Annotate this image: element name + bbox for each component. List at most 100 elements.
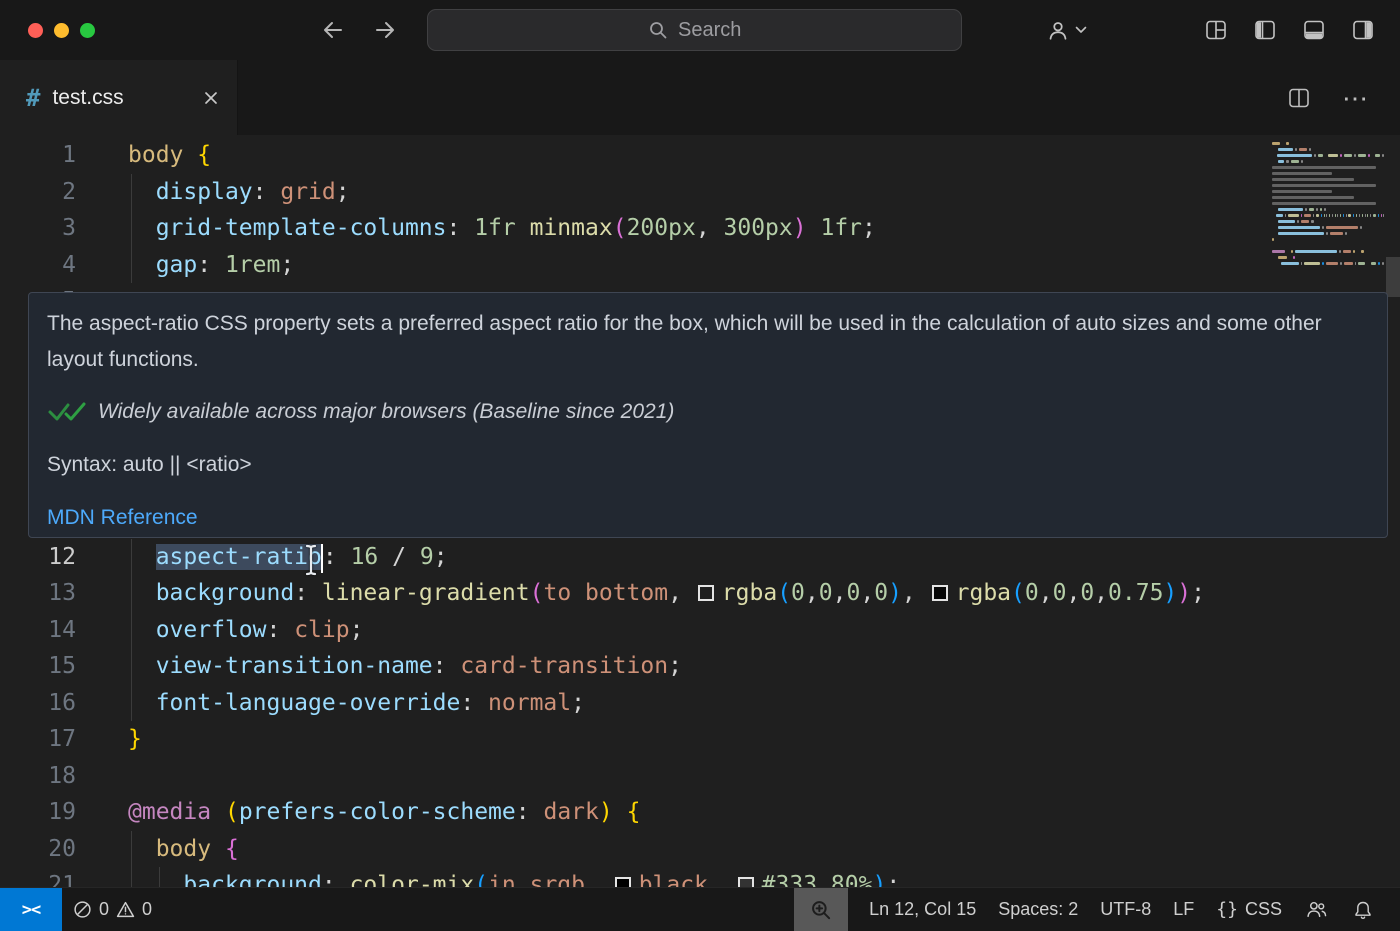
code-line[interactable]: overflow: clip; [100,612,1400,649]
cursor-position-button[interactable]: Ln 12, Col 15 [858,888,987,931]
split-editor-button[interactable] [1288,87,1310,109]
remote-indicator[interactable]: >< [0,888,62,931]
line-number[interactable]: 19 [0,794,100,831]
color-swatch[interactable] [738,877,754,887]
indentation-button[interactable]: Spaces: 2 [987,888,1089,931]
minimize-window-button[interactable] [54,23,69,38]
zoom-indicator[interactable] [794,888,848,931]
code-line[interactable]: background: linear-gradient(to bottom, r… [100,575,1400,612]
code-line[interactable] [100,758,1400,795]
toggle-panel-button[interactable] [1303,19,1325,41]
code-line[interactable]: gap: 1rem; [100,247,1400,284]
eol-button[interactable]: LF [1162,888,1205,931]
zoom-window-button[interactable] [80,23,95,38]
history-nav [321,19,397,41]
search-box[interactable]: Search [427,9,962,51]
code-line[interactable]: display: grid; [100,174,1400,211]
code-token: 0.75 [1108,580,1163,606]
code-token: ) [1177,580,1191,606]
code-token [516,215,530,241]
code-line[interactable]: font-language-override: normal; [100,685,1400,722]
code-line[interactable]: body { [100,137,1400,174]
line-number[interactable]: 2 [0,174,100,211]
braces-icon: {} [1216,899,1238,920]
notifications-button[interactable] [1340,888,1386,931]
tab-bar: # test.css ⋯ [0,60,1400,135]
code-line[interactable]: aspect-ratio: 16 / 9; [100,539,1400,576]
customize-layout-button[interactable] [1205,19,1227,41]
code-token: , [708,872,736,887]
scrollbar-thumb[interactable] [1386,257,1400,297]
encoding-button[interactable]: UTF-8 [1089,888,1162,931]
status-left: >< 0 0 [0,888,163,931]
close-tab-button[interactable] [201,88,221,108]
code-token: { [197,142,211,168]
close-window-button[interactable] [28,23,43,38]
account-menu-button[interactable] [1047,19,1087,41]
code-token [128,690,156,716]
minimap[interactable] [1272,140,1384,266]
line-number[interactable]: 21 [0,867,100,887]
code-line[interactable]: view-transition-name: card-transition; [100,648,1400,685]
editor[interactable]: 123456789101112131415161718192021 body {… [0,135,1400,887]
code-token: , [902,580,930,606]
toggle-secondary-sidebar-button[interactable] [1352,19,1374,41]
line-number[interactable]: 4 [0,247,100,284]
line-number[interactable]: 16 [0,685,100,722]
color-swatch[interactable] [932,585,948,601]
code-line[interactable]: body { [100,831,1400,868]
code-token: ; [668,653,682,679]
more-actions-button[interactable]: ⋯ [1342,93,1370,103]
line-number[interactable]: 12 [0,539,100,576]
problems-button[interactable]: 0 0 [62,888,163,931]
ibeam-icon [303,544,319,576]
code-line[interactable]: @media (prefers-color-scheme: dark) { [100,794,1400,831]
accounts-button[interactable] [1293,888,1340,931]
toggle-primary-sidebar-button[interactable] [1254,19,1276,41]
code-token: dark [543,799,598,825]
code-token: ( [530,580,544,606]
code-token [817,872,831,887]
code-token: : [433,653,461,679]
code-token: ) [793,215,807,241]
back-button[interactable] [321,19,345,41]
code-line[interactable]: grid-template-columns: 1fr minmax(200px,… [100,210,1400,247]
code-token: 200px [627,215,696,241]
code-token: 0 [819,580,833,606]
line-number[interactable]: 15 [0,648,100,685]
line-number[interactable]: 1 [0,137,100,174]
line-number[interactable]: 14 [0,612,100,649]
line-number[interactable]: 18 [0,758,100,795]
code-token: body [156,836,211,862]
color-swatch[interactable] [615,877,631,887]
code-line[interactable]: } [100,721,1400,758]
code-token: , [585,872,613,887]
search-placeholder: Search [678,19,741,42]
line-number[interactable]: 17 [0,721,100,758]
line-number[interactable]: 20 [0,831,100,868]
code-token: , [1066,580,1080,606]
code-token: 0 [1080,580,1094,606]
mdn-reference-link[interactable]: MDN Reference [47,500,198,536]
code-token: , [696,215,724,241]
hover-tooltip: The aspect-ratio CSS property sets a pre… [28,292,1388,538]
color-swatch[interactable] [698,585,714,601]
line-number[interactable]: 13 [0,575,100,612]
back-arrow-icon [321,19,345,41]
tab-test-css[interactable]: # test.css [0,60,238,135]
code-token: , [805,580,819,606]
code-line[interactable]: background: color-mix(in srgb, black, #3… [100,867,1400,887]
code-token [128,653,156,679]
code-token: rgba [722,580,777,606]
remote-icon: >< [22,900,40,920]
indent-guide [131,831,132,868]
code-token: , [833,580,847,606]
code-token: 0 [791,580,805,606]
forward-button[interactable] [373,19,397,41]
window-controls [28,23,228,38]
code-token: ( [777,580,791,606]
indent-guide [131,612,132,649]
line-number[interactable]: 3 [0,210,100,247]
code-token [613,799,627,825]
language-mode-button[interactable]: {} CSS [1205,888,1293,931]
